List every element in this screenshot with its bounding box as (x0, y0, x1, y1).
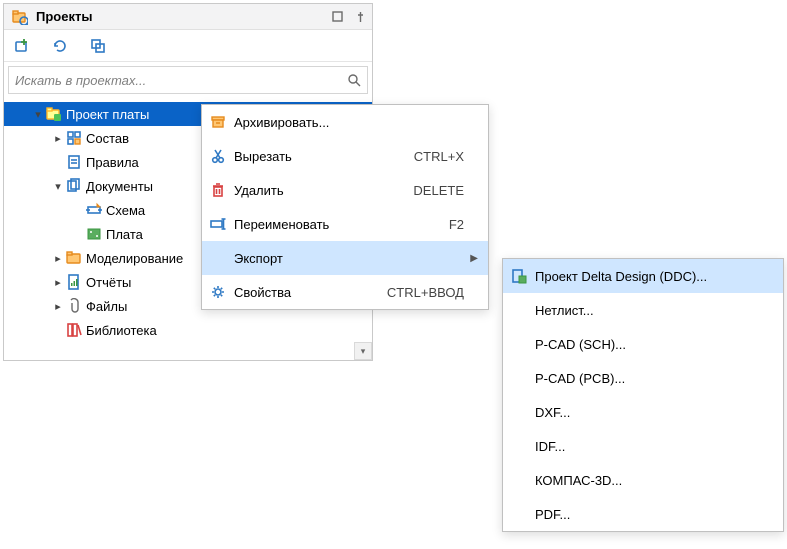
rename-icon (202, 216, 234, 232)
tree-item[interactable]: Библиотека (4, 318, 372, 342)
pin-icon[interactable] (355, 11, 366, 22)
chevron-closed-icon[interactable]: ▸ (52, 132, 64, 145)
tree-item-label: Библиотека (86, 323, 157, 338)
menu-item-shortcut: CTRL+ВВОД (387, 285, 464, 300)
panel-header: Проекты (4, 4, 372, 30)
menu-item-shortcut: DELETE (413, 183, 464, 198)
submenu-item[interactable]: P-CAD (SCH)... (503, 327, 783, 361)
scroll-down-icon[interactable]: ▾ (354, 342, 372, 360)
maximize-icon[interactable] (332, 11, 343, 22)
search-input[interactable]: Искать в проектах... (8, 66, 368, 94)
search-icon (347, 73, 361, 87)
folder-board-icon (46, 106, 62, 122)
folder-icon (66, 250, 82, 266)
docs-icon (66, 178, 82, 194)
menu-item[interactable]: УдалитьDELETE (202, 173, 488, 207)
menu-item-label: Экспорт (234, 251, 464, 266)
search-placeholder: Искать в проектах... (15, 73, 347, 88)
menu-item-label: Удалить (234, 183, 413, 198)
board-icon (86, 226, 102, 242)
submenu-item[interactable]: Нетлист... (503, 293, 783, 327)
files-icon (66, 298, 82, 314)
submenu-item[interactable]: КОМПАС-3D... (503, 463, 783, 497)
tree-item-label: Файлы (86, 299, 127, 314)
submenu-item-label: Нетлист... (535, 303, 773, 318)
submenu-arrow-icon: ▶ (464, 253, 478, 264)
submenu-item-label: Проект Delta Design (DDC)... (535, 269, 773, 284)
submenu-item-label: P-CAD (SCH)... (535, 337, 773, 352)
chevron-open-icon[interactable]: ▾ (52, 180, 64, 193)
tree-item-label: Моделирование (86, 251, 183, 266)
submenu-item-label: IDF... (535, 439, 773, 454)
submenu-item-label: DXF... (535, 405, 773, 420)
components-icon (66, 130, 82, 146)
submenu-item[interactable]: DXF... (503, 395, 783, 429)
submenu-item[interactable]: IDF... (503, 429, 783, 463)
tree-item-label: Плата (106, 227, 143, 242)
export-submenu: Проект Delta Design (DDC)... Нетлист... P-… (502, 258, 784, 532)
submenu-item-label: PDF... (535, 507, 773, 522)
menu-item-label: Переименовать (234, 217, 449, 232)
tree-item-label: Схема (106, 203, 145, 218)
menu-item[interactable]: ВырезатьCTRL+X (202, 139, 488, 173)
menu-item-label: Свойства (234, 285, 387, 300)
menu-item-shortcut: CTRL+X (414, 149, 464, 164)
panel-toolbar (4, 30, 372, 62)
menu-item-label: Архивировать... (234, 115, 464, 130)
chevron-closed-icon[interactable]: ▸ (52, 300, 64, 313)
menu-item-label: Вырезать (234, 149, 414, 164)
menu-item[interactable]: Архивировать... (202, 105, 488, 139)
reports-icon (66, 274, 82, 290)
chevron-open-icon[interactable]: ▾ (32, 108, 44, 121)
submenu-item[interactable]: P-CAD (PCB)... (503, 361, 783, 395)
tree-item-label: Состав (86, 131, 129, 146)
export-ddc-icon (503, 268, 535, 284)
new-project-icon[interactable] (14, 38, 30, 54)
submenu-item[interactable]: Проект Delta Design (DDC)... (503, 259, 783, 293)
props-icon (202, 284, 234, 300)
context-menu: Архивировать...ВырезатьCTRL+XУдалитьDELE… (201, 104, 489, 310)
tree-item-label: Отчёты (86, 275, 131, 290)
submenu-item-label: P-CAD (PCB)... (535, 371, 773, 386)
menu-item[interactable]: ПереименоватьF2 (202, 207, 488, 241)
tree-item-label: Правила (86, 155, 139, 170)
tree-item-label: Проект платы (66, 107, 149, 122)
rules-icon (66, 154, 82, 170)
projects-icon (12, 9, 28, 25)
chevron-closed-icon[interactable]: ▸ (52, 252, 64, 265)
panel-title: Проекты (36, 9, 332, 24)
duplicate-icon[interactable] (90, 38, 106, 54)
chevron-closed-icon[interactable]: ▸ (52, 276, 64, 289)
schematic-icon (86, 202, 102, 218)
submenu-item[interactable]: PDF... (503, 497, 783, 531)
refresh-icon[interactable] (52, 38, 68, 54)
cut-icon (202, 148, 234, 164)
menu-item[interactable]: Экспорт▶ (202, 241, 488, 275)
submenu-item-label: КОМПАС-3D... (535, 473, 773, 488)
menu-item-shortcut: F2 (449, 217, 464, 232)
archive-icon (202, 114, 234, 130)
library-icon (66, 322, 82, 338)
delete-icon (202, 182, 234, 198)
menu-item[interactable]: СвойстваCTRL+ВВОД (202, 275, 488, 309)
tree-item-label: Документы (86, 179, 153, 194)
